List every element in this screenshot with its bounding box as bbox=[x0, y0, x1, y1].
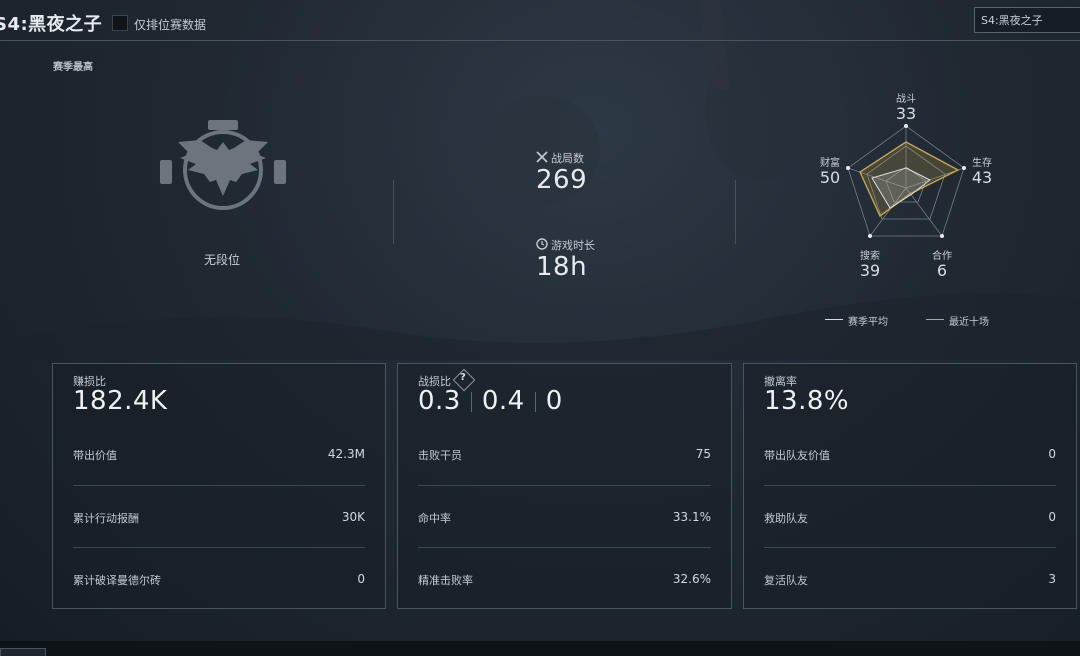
radar-value-combat: 33 bbox=[895, 104, 917, 123]
row-divider bbox=[418, 485, 711, 486]
playtime-value: 18h bbox=[536, 252, 588, 282]
season-select[interactable]: S4:黑夜之子 bbox=[974, 7, 1080, 33]
matches-value: 269 bbox=[536, 165, 588, 195]
extract-row-3-label: 复活队友 bbox=[764, 574, 808, 587]
combat-ratio-1: 0.3 bbox=[418, 386, 461, 416]
section-title: 赛季最高 bbox=[53, 62, 93, 73]
radar-value-wealth: 50 bbox=[819, 168, 841, 187]
matches-label: 战局数 bbox=[551, 152, 584, 165]
legend-average-swatch bbox=[825, 319, 843, 320]
combat-ratio-2: 0.4 bbox=[481, 386, 525, 416]
profit-row-1-value: 42.3M bbox=[327, 447, 365, 461]
ratio-separator bbox=[470, 391, 472, 412]
combat-ratio-values: 0.3 0.4 0 bbox=[418, 386, 563, 416]
extract-row-1-label: 带出队友价值 bbox=[764, 449, 830, 462]
profit-row-2-value: 30K bbox=[341, 510, 365, 524]
legend-recent-label: 最近十场 bbox=[949, 317, 989, 328]
radar-label-wealth: 财富 bbox=[820, 158, 840, 169]
ranked-only-label[interactable]: 仅排位赛数据 bbox=[134, 16, 206, 33]
extract-row-1-value: 0 bbox=[1048, 447, 1056, 461]
crossed-swords-icon bbox=[536, 151, 548, 163]
extract-value: 13.8% bbox=[764, 386, 850, 416]
extract-row-3-value: 3 bbox=[1048, 572, 1056, 586]
legend-recent-swatch bbox=[926, 319, 944, 320]
rank-name: 无段位 bbox=[204, 253, 241, 267]
bottom-tab[interactable] bbox=[0, 648, 46, 656]
combat-row-2-value: 33.1% bbox=[672, 510, 711, 524]
extract-card: 撤离率 13.8% 带出队友价值 0 救助队友 0 复活队友 3 bbox=[743, 363, 1077, 609]
extract-row-2-value: 0 bbox=[1048, 510, 1056, 524]
radar-label-survival: 生存 bbox=[972, 158, 992, 169]
extract-row-2-label: 救助队友 bbox=[764, 512, 808, 525]
profit-card: 赚损比 182.4K 带出价值 42.3M 累计行动报酬 30K 累计破译曼德尔… bbox=[52, 363, 386, 609]
help-icon-glyph: ? bbox=[460, 372, 466, 383]
radar-value-search: 39 bbox=[859, 261, 881, 280]
combat-row-1-label: 击败干员 bbox=[418, 449, 462, 462]
rank-emblem-icon bbox=[160, 120, 286, 210]
profit-value: 182.4K bbox=[73, 386, 168, 416]
row-divider bbox=[764, 547, 1056, 548]
clock-icon bbox=[536, 238, 548, 250]
combat-row-1-value: 75 bbox=[695, 447, 711, 461]
profit-row-1-label: 带出价值 bbox=[73, 449, 117, 462]
combat-row-2-label: 命中率 bbox=[418, 512, 451, 525]
radar-label-search: 搜索 bbox=[860, 251, 880, 262]
row-divider bbox=[73, 547, 365, 548]
legend-average-label: 赛季平均 bbox=[848, 317, 888, 328]
radar-label-combat: 战斗 bbox=[896, 94, 916, 105]
divider-right bbox=[735, 180, 736, 244]
profit-row-3-label: 累计破译曼德尔砖 bbox=[73, 574, 161, 587]
combat-row-3-value: 32.6% bbox=[672, 572, 711, 586]
radar-value-survival: 43 bbox=[971, 168, 993, 187]
row-divider bbox=[73, 485, 365, 486]
radar-value-cooperation: 6 bbox=[936, 261, 948, 280]
profit-row-3-value: 0 bbox=[357, 572, 365, 586]
ranked-only-checkbox[interactable] bbox=[112, 15, 128, 31]
radar-label-cooperation: 合作 bbox=[932, 251, 952, 262]
playtime-label: 游戏时长 bbox=[551, 239, 595, 252]
top-bar: S4:黑夜之子 仅排位赛数据 S4:黑夜之子 bbox=[0, 0, 1080, 41]
combat-row-3-label: 精准击败率 bbox=[418, 574, 473, 587]
divider-left bbox=[393, 180, 394, 244]
row-divider bbox=[418, 547, 711, 548]
combat-ratio-3: 0 bbox=[545, 386, 563, 416]
season-title: S4:黑夜之子 bbox=[0, 14, 103, 35]
bottom-strip bbox=[0, 641, 1080, 656]
combat-card: 战损比 ? 0.3 0.4 0 击败干员 75 命中率 33.1% 精准击败率 32… bbox=[397, 363, 732, 609]
row-divider bbox=[764, 485, 1056, 486]
profit-row-2-label: 累计行动报酬 bbox=[73, 512, 139, 525]
ratio-separator bbox=[534, 391, 536, 412]
